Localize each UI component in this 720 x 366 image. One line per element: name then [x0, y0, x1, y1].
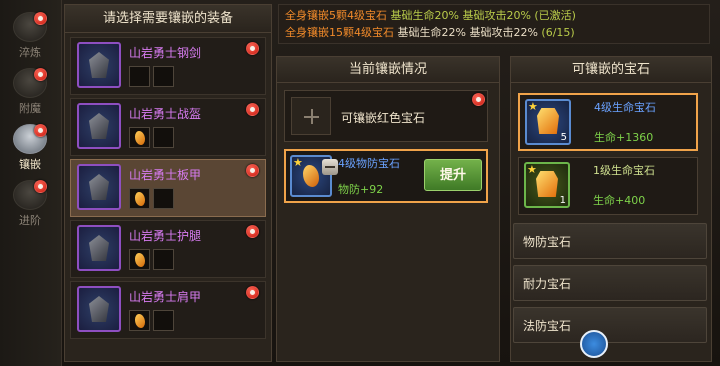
panel-title: 可镶嵌的宝石 [511, 57, 711, 83]
nav-jinjie[interactable]: 进阶 [4, 178, 56, 234]
notification-dot [246, 225, 259, 238]
notification-dot [34, 124, 47, 137]
gem-slot-filled [129, 188, 150, 209]
star-icon: ★ [527, 163, 537, 176]
category-naili[interactable]: 耐力宝石 [513, 265, 707, 301]
gem-shape [536, 171, 558, 197]
category-wufang[interactable]: 物防宝石 [513, 223, 707, 259]
notification-dot [246, 286, 259, 299]
category-fafang[interactable]: 法防宝石 [513, 307, 707, 343]
remove-gem-button[interactable] [322, 159, 338, 175]
nav-fumo[interactable]: 附魔 [4, 66, 56, 122]
equipment-item[interactable]: 山岩勇士战盔 [70, 98, 266, 156]
gem-slot-filled [129, 310, 150, 331]
plus-icon [291, 97, 331, 135]
gem-shape [537, 108, 559, 134]
filled-gem-slot: ★ 4级物防宝石 物防+92 提升 [284, 149, 488, 203]
equipment-name: 山岩勇士肩甲 [129, 290, 202, 304]
bonus-effect: 基础生命22% 基础攻击22% [397, 26, 538, 39]
gem-icon: ★ [290, 155, 338, 197]
notification-dot [34, 180, 47, 193]
gem-slot [153, 188, 174, 209]
helmet-icon [77, 103, 121, 149]
empty-gem-slot[interactable]: 可镶嵌红色宝石 [284, 90, 488, 142]
empty-slot-label: 可镶嵌红色宝石 [341, 111, 426, 125]
nav-label: 镶嵌 [19, 158, 41, 171]
watermark-logo [580, 330, 608, 358]
gem-slot [129, 66, 150, 87]
gem-stat: 生命+400 [593, 194, 646, 207]
gem-slot-filled [129, 127, 150, 148]
notification-dot [472, 93, 485, 106]
gem-count: 5 [560, 132, 567, 143]
gem-slot-filled [129, 249, 150, 270]
star-icon: ★ [293, 156, 303, 169]
equipment-name: 山岩勇士钢剑 [129, 46, 202, 60]
panel-title: 当前镶嵌情况 [277, 57, 499, 83]
gem-slot [153, 127, 174, 148]
equipment-item[interactable]: 山岩勇士护腿 [70, 220, 266, 278]
equipment-name: 山岩勇士护腿 [129, 229, 202, 243]
equipment-name: 山岩勇士战盔 [129, 107, 202, 121]
notification-dot [246, 42, 259, 55]
armor-icon [77, 164, 121, 210]
equipment-item[interactable]: 山岩勇士钢剑 [70, 37, 266, 95]
nav-label: 附魔 [19, 102, 41, 115]
notification-dot [246, 164, 259, 177]
equipment-panel: 请选择需要镶嵌的装备 山岩勇士钢剑 山岩勇士战盔 山岩勇士板甲 山岩勇士护腿 山… [64, 4, 272, 362]
available-gems-panel: 可镶嵌的宝石 ★ 5 4级生命宝石 生命+1360 ★ 1 1级生命宝石 生命+… [510, 56, 712, 362]
equipment-item-selected[interactable]: 山岩勇士板甲 [70, 159, 266, 217]
sword-icon [77, 42, 121, 88]
gem-stat: 生命+1360 [594, 131, 654, 144]
nav-label: 进阶 [19, 214, 41, 227]
bonus-line-1: 全身镶嵌5颗4级宝石 基础生命20% 基础攻击20% (已激活) [285, 7, 703, 24]
gem-card[interactable]: ★ 1 1级生命宝石 生命+400 [518, 157, 698, 215]
star-icon: ★ [528, 100, 538, 113]
nav-xiangqian[interactable]: 镶嵌 [4, 122, 56, 178]
notification-dot [246, 103, 259, 116]
equipment-title: 请选择需要镶嵌的装备 [65, 5, 271, 33]
bonus-requirement: 全身镶嵌15颗4级宝石 [285, 26, 394, 39]
equipment-list: 山岩勇士钢剑 山岩勇士战盔 山岩勇士板甲 山岩勇士护腿 山岩勇士肩甲 [70, 37, 266, 342]
notification-dot [34, 68, 47, 81]
equipment-item[interactable]: 山岩勇士肩甲 [70, 281, 266, 339]
gem-name: 4级生命宝石 [594, 101, 656, 114]
nav-label: 淬炼 [19, 46, 41, 59]
set-bonus-banner: 全身镶嵌5颗4级宝石 基础生命20% 基础攻击20% (已激活) 全身镶嵌15颗… [278, 4, 710, 44]
shoulder-icon [77, 286, 121, 332]
notification-dot [34, 12, 47, 25]
bonus-effect: 基础生命20% 基础攻击20% (已激活) [390, 9, 576, 22]
gem-slot [153, 66, 174, 87]
current-inlay-panel: 当前镶嵌情况 可镶嵌红色宝石 ★ 4级物防宝石 物防+92 提升 [276, 56, 500, 362]
game-ui: 淬炼 附魔 镶嵌 进阶 请选择需要镶嵌的装备 山岩勇士钢剑 山岩勇士战盔 山岩勇… [0, 0, 720, 366]
leggings-icon [77, 225, 121, 271]
nav-cuilian[interactable]: 淬炼 [4, 10, 56, 66]
bonus-line-2: 全身镶嵌15颗4级宝石 基础生命22% 基础攻击22% (6/15) [285, 24, 703, 41]
side-nav: 淬炼 附魔 镶嵌 进阶 [0, 0, 62, 366]
gem-count: 1 [559, 195, 566, 206]
gem-stat: 物防+92 [338, 183, 384, 196]
gem-icon: ★ 1 [524, 162, 570, 208]
gem-slot [153, 249, 174, 270]
upgrade-button[interactable]: 提升 [424, 159, 482, 191]
gem-name: 1级生命宝石 [593, 164, 655, 177]
gem-card-selected[interactable]: ★ 5 4级生命宝石 生命+1360 [518, 93, 698, 151]
gem-slot [153, 310, 174, 331]
bonus-requirement: 全身镶嵌5颗4级宝石 [285, 9, 387, 22]
gem-name: 4级物防宝石 [338, 157, 400, 170]
bonus-progress: (6/15) [541, 26, 575, 39]
gem-icon: ★ 5 [525, 99, 571, 145]
equipment-name: 山岩勇士板甲 [129, 168, 202, 182]
